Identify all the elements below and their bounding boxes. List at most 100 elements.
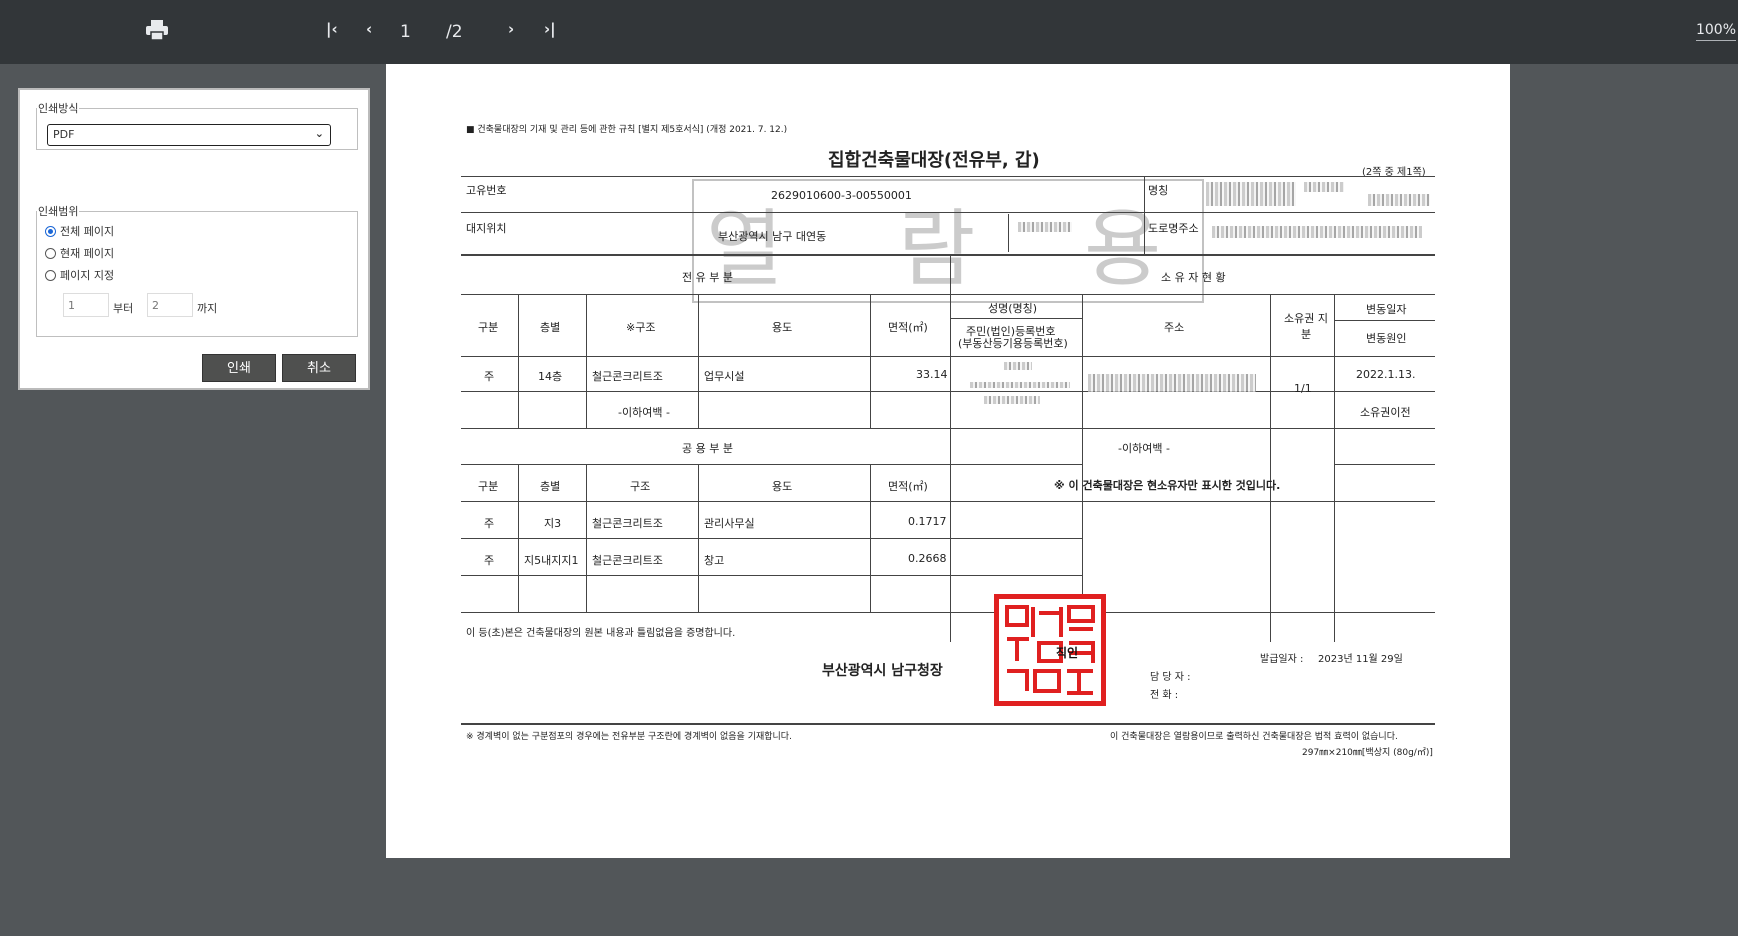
range-to-input[interactable]: 2 — [147, 293, 193, 317]
print-range-group: 인쇄범위 전체 페이지 현재 페이지 페이지 지정 1 부터 2 까지 — [36, 203, 358, 337]
col-floor: 층별 — [540, 480, 561, 493]
phone-label: 전 화 : — [1150, 690, 1179, 701]
redacted-road-address — [1212, 226, 1422, 238]
col-area: 면적(㎡) — [888, 480, 928, 493]
col-area: 면적(㎡) — [888, 321, 928, 334]
col-owner-id2: (부동산등기용등록번호) — [958, 337, 1068, 350]
range-from-input[interactable]: 1 — [63, 293, 109, 317]
next-page-icon[interactable]: › — [508, 20, 514, 38]
col-address: 주소 — [1164, 321, 1185, 334]
document-title: 집합건축물대장(전유부, 갑) — [828, 150, 1040, 171]
print-method-group: 인쇄방식 PDF ⌄ — [36, 100, 358, 150]
row-gubun: 주 — [484, 370, 495, 383]
row-use: 업무시설 — [704, 370, 745, 383]
seal-label: 직인 — [1056, 646, 1079, 660]
owner-note: ※ 이 건축물대장은 현소유자만 표시한 것입니다. — [1054, 479, 1281, 492]
col-structure: 구조 — [630, 480, 651, 493]
row-floor: 지5내지지1 — [524, 554, 579, 567]
col-gubun: 구분 — [478, 321, 499, 334]
radio-current-page[interactable]: 현재 페이지 — [45, 245, 114, 261]
print-method-legend: 인쇄방식 — [38, 102, 79, 115]
col-change-date: 변동일자 — [1366, 303, 1407, 316]
issue-date: 2023년 11월 29일 — [1318, 654, 1403, 665]
radio-button[interactable] — [45, 269, 56, 281]
certify-statement: 이 등(초)본은 건축물대장의 원본 내용과 틀림없음을 증명합니다. — [466, 628, 736, 639]
road-address-label: 도로명주소 — [1148, 222, 1199, 235]
row-use: 창고 — [704, 554, 725, 567]
footer-note-right: 이 건축물대장은 열람용이므로 출력하신 건축물대장은 법적 효력이 없습니다. — [1110, 732, 1398, 742]
redacted-name — [1206, 182, 1296, 206]
col-floor: 층별 — [540, 321, 561, 334]
issuer-name: 부산광역시 남구청장 — [822, 663, 943, 679]
redacted-name — [1304, 182, 1344, 192]
col-use: 용도 — [772, 480, 793, 493]
official-seal — [994, 594, 1106, 706]
row-gubun: 주 — [484, 554, 495, 567]
redacted-owner — [984, 396, 1040, 404]
radio-page-range[interactable]: 페이지 지정 — [45, 267, 114, 283]
col-owner-name: 성명(명칭) — [988, 302, 1038, 315]
row-area: 33.14 — [916, 368, 948, 381]
row-floor: 지3 — [544, 517, 562, 530]
radio-label: 페이지 지정 — [60, 269, 115, 282]
col-structure: ※구조 — [626, 321, 656, 334]
col-share: 소유권 지분 — [1284, 312, 1328, 341]
redacted-address — [1088, 374, 1256, 392]
radio-label: 전체 페이지 — [60, 225, 115, 238]
col-change-reason: 변동원인 — [1366, 332, 1407, 345]
prev-page-icon[interactable]: ‹ — [366, 20, 372, 38]
common-section-title: 공 용 부 분 — [682, 442, 733, 455]
viewer-toolbar: |‹ ‹ 1 /2 › ›| 100% — [0, 0, 1738, 64]
radio-all-pages[interactable]: 전체 페이지 — [45, 223, 114, 239]
radio-button[interactable] — [45, 225, 56, 237]
row-area: 0.2668 — [908, 552, 947, 565]
owner-section-title: 소 유 자 현 황 — [1161, 271, 1226, 284]
owner-blank-mark: -이하여백 - — [1118, 442, 1170, 455]
row-structure: 철근콘크리트조 — [592, 554, 663, 567]
chevron-down-icon: ⌄ — [314, 127, 324, 140]
document-page: ■ 건축물대장의 기재 및 관리 등에 관한 규칙 [별지 제5호서식] (개정… — [386, 64, 1510, 858]
watermark-char: 용 — [1084, 200, 1162, 298]
redacted-owner — [970, 382, 1070, 388]
first-page-icon[interactable]: |‹ — [326, 20, 338, 38]
rule-note: ■ 건축물대장의 기재 및 관리 등에 관한 규칙 [별지 제5호서식] (개정… — [466, 125, 788, 135]
print-button[interactable]: 인쇄 — [202, 354, 276, 382]
redacted-lot — [1018, 222, 1072, 232]
unique-no-value: 2629010600-3-00550001 — [771, 189, 912, 202]
staff-label: 담 당 자 : — [1150, 672, 1191, 683]
radio-label: 현재 페이지 — [60, 247, 115, 260]
last-page-icon[interactable]: ›| — [544, 20, 556, 38]
name-label: 명칭 — [1148, 184, 1169, 197]
site-label: 대지위치 — [466, 222, 507, 235]
cancel-button[interactable]: 취소 — [282, 354, 356, 382]
print-method-select[interactable]: PDF ⌄ — [47, 124, 331, 146]
owner-change-reason: 소유권이전 — [1360, 406, 1411, 419]
footer-note-left: ※ 경계벽이 없는 구분점포의 경우에는 전유부분 구조란에 경계벽이 없음을 … — [466, 732, 792, 742]
redacted-owner — [1004, 362, 1032, 370]
zoom-level[interactable]: 100% — [1695, 22, 1736, 41]
redacted-name — [1368, 194, 1430, 206]
col-use: 용도 — [772, 321, 793, 334]
row-floor: 14층 — [538, 370, 563, 383]
row-gubun: 주 — [484, 517, 495, 530]
owner-change-date: 2022.1.13. — [1356, 368, 1416, 381]
page-total: /2 — [446, 22, 463, 42]
site-value: 부산광역시 남구 대연동 — [718, 230, 827, 243]
page-number-input[interactable]: 1 — [400, 22, 411, 42]
col-gubun: 구분 — [478, 480, 499, 493]
radio-button[interactable] — [45, 247, 56, 259]
row-structure: 철근콘크리트조 — [592, 370, 663, 383]
row-structure: 철근콘크리트조 — [592, 517, 663, 530]
unique-no-label: 고유번호 — [466, 184, 507, 197]
row-use: 관리사무실 — [704, 517, 755, 530]
print-icon[interactable] — [146, 20, 168, 40]
owner-share: 1/1 — [1294, 382, 1312, 395]
range-to-unit: 까지 — [197, 302, 218, 315]
issue-date-label: 발급일자 : — [1260, 654, 1304, 665]
row-area: 0.1717 — [908, 515, 947, 528]
range-from-unit: 부터 — [113, 302, 134, 315]
print-options-panel: 인쇄방식 PDF ⌄ 인쇄범위 전체 페이지 현재 페이지 페이지 지정 1 부… — [18, 88, 370, 390]
paper-size: 297㎜×210㎜[백상지 (80g/㎡)] — [1302, 748, 1433, 758]
print-range-legend: 인쇄범위 — [38, 205, 79, 218]
blank-mark: -이하여백 - — [618, 406, 670, 419]
